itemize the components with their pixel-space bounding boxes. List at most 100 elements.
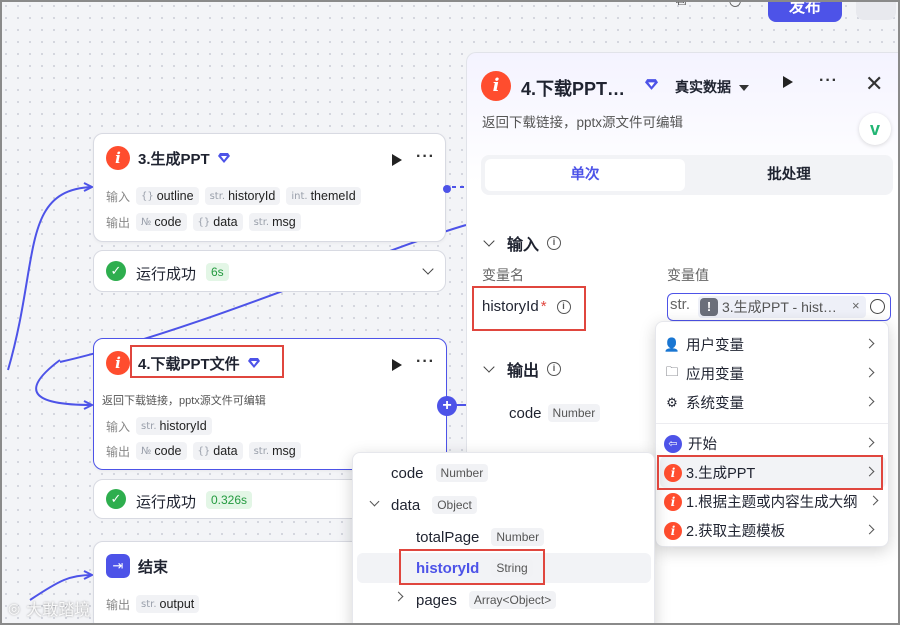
menu-label: 2.获取主题模板	[686, 524, 786, 540]
reference-chip[interactable]: ! 3.生成PPT - hist…	[698, 296, 866, 318]
output-section-header[interactable]: 输出 i	[483, 357, 562, 381]
chevron-down-icon	[483, 361, 495, 373]
history-icon[interactable]: ◷	[726, 0, 744, 10]
more-icon[interactable]: ···	[819, 72, 838, 90]
param-chip: {} data	[192, 442, 243, 460]
watermark: ◎ 大敢踏境	[8, 596, 90, 620]
output-name: code	[509, 404, 542, 422]
logo-icon: i	[664, 521, 682, 540]
gem-icon	[645, 79, 658, 90]
column-header-value: 变量值	[667, 267, 709, 283]
variable-value-input[interactable]: str. ! 3.生成PPT - hist… ×	[667, 293, 891, 321]
logo-icon: i	[664, 492, 682, 511]
param-chip: № code	[136, 442, 187, 460]
node-generate-ppt[interactable]: i 3.生成PPT ··· 输入 {} outline str. historyId…	[93, 133, 451, 242]
data-mode-select[interactable]: 真实数据	[675, 77, 749, 97]
run-node-icon[interactable]	[392, 154, 402, 166]
menu-label: 开始	[688, 437, 717, 453]
node-download-ppt[interactable]: i 4.下载PPT文件 ··· 返回下载链接，pptx源文件可编辑 输入 str…	[93, 338, 447, 470]
field-name: historyId	[416, 559, 480, 577]
success-icon: ✓	[106, 261, 126, 281]
menu-item-start[interactable]: ⇦ 开始	[664, 433, 717, 454]
add-node-icon[interactable]: +	[437, 396, 457, 416]
type-tag: Array<Object>	[468, 591, 557, 609]
chevron-right-icon	[864, 338, 875, 349]
remove-reference-icon[interactable]: ×	[852, 298, 860, 313]
run-mode-tabs: 单次 批处理	[481, 155, 893, 195]
node-title: 4.下载PPT文件	[138, 355, 240, 373]
menu-item-get-theme[interactable]: i 2.获取主题模板	[664, 520, 785, 541]
input-label: 输入	[106, 419, 131, 434]
run-status[interactable]: ✓ 运行成功 0.326s	[93, 479, 363, 519]
time-badge: 0.326s	[206, 491, 253, 509]
chevron-down-icon[interactable]	[422, 263, 434, 275]
chevron-right-icon	[864, 437, 875, 448]
more-button[interactable]	[856, 0, 896, 20]
run-node-icon[interactable]	[783, 76, 793, 88]
info-icon[interactable]: i	[556, 299, 571, 314]
value-type: str.	[670, 296, 691, 313]
logo-icon: i	[106, 351, 130, 375]
menu-label: 用户变量	[686, 338, 744, 354]
required-mark: *	[540, 298, 547, 315]
variable-name-text: historyId	[482, 298, 539, 315]
field-row[interactable]: totalPage Number	[416, 528, 545, 546]
menu-label: 1.根据主题或内容生成大纲	[686, 495, 858, 511]
param-chip: str. output	[136, 595, 200, 613]
menu-label: 应用变量	[686, 367, 744, 383]
reference-text: 3.生成PPT - hist…	[722, 299, 837, 315]
publish-button[interactable]: 发布	[768, 0, 842, 22]
node-end[interactable]: ⇥ 结束 输出 str. output	[93, 541, 363, 625]
status-text: 运行成功	[136, 266, 197, 283]
chevron-down-icon[interactable]	[369, 496, 380, 507]
output-label: 输出	[106, 597, 131, 612]
param-chip: str. msg	[248, 442, 301, 460]
type-tag: Object	[432, 496, 477, 514]
more-icon[interactable]: ···	[416, 148, 435, 166]
time-badge: 6s	[206, 263, 229, 281]
chevron-right-icon	[864, 396, 875, 407]
user-icon: 👤	[663, 336, 681, 352]
field-row[interactable]: pages Array<Object>	[416, 591, 557, 609]
param-chip: str. historyId	[204, 187, 281, 205]
success-icon: ✓	[106, 489, 126, 509]
logo-icon: i	[481, 71, 511, 101]
info-icon[interactable]: i	[547, 362, 562, 376]
copy-icon[interactable]: ⧉	[672, 0, 690, 10]
tab-batch[interactable]: 批处理	[689, 159, 889, 191]
output-label: 输出	[106, 215, 131, 230]
field-row[interactable]: data Object	[391, 496, 477, 514]
field-row[interactable]: code Number	[391, 464, 489, 482]
param-chip: {} outline	[136, 187, 199, 205]
menu-label: 3.生成PPT	[686, 466, 756, 482]
logo-icon: i	[106, 146, 130, 170]
chevron-right-icon	[864, 524, 875, 535]
tab-single[interactable]: 单次	[485, 159, 685, 191]
menu-item-system-vars[interactable]: ⚙ 系统变量	[664, 392, 744, 413]
menu-label: 系统变量	[686, 396, 744, 412]
gem-icon	[217, 153, 230, 163]
input-section-header[interactable]: 输入 i	[483, 231, 562, 255]
run-status[interactable]: ✓ 运行成功 6s	[93, 250, 446, 292]
assistant-badge-icon[interactable]: v	[859, 113, 891, 145]
type-tag: Number	[547, 404, 601, 422]
type-tag: Number	[491, 528, 545, 546]
menu-item-user-vars[interactable]: 👤 用户变量	[664, 334, 744, 355]
output-port[interactable]	[443, 185, 451, 193]
settings-icon[interactable]	[870, 299, 885, 314]
run-node-icon[interactable]	[392, 359, 402, 371]
type-tag: Number	[435, 464, 489, 482]
more-icon[interactable]: ···	[416, 353, 435, 371]
menu-item-app-vars[interactable]: 🗀 应用变量	[664, 363, 744, 384]
menu-item-generate-outline[interactable]: i 1.根据主题或内容生成大纲	[664, 491, 858, 512]
close-icon[interactable]: ✕	[865, 71, 883, 97]
chevron-right-icon[interactable]	[393, 591, 404, 602]
column-header-name: 变量名	[482, 267, 524, 283]
node-description: 返回下载链接，pptx源文件可编辑	[102, 395, 266, 407]
info-icon[interactable]: i	[547, 236, 562, 250]
folder-icon: 🗀	[665, 363, 679, 379]
field-row-selected[interactable]: historyId String	[416, 559, 533, 577]
param-chip: № code	[136, 213, 187, 231]
panel-description: 返回下载链接，pptx源文件可编辑	[482, 115, 684, 130]
menu-item-generate-ppt[interactable]: i 3.生成PPT	[664, 462, 755, 483]
